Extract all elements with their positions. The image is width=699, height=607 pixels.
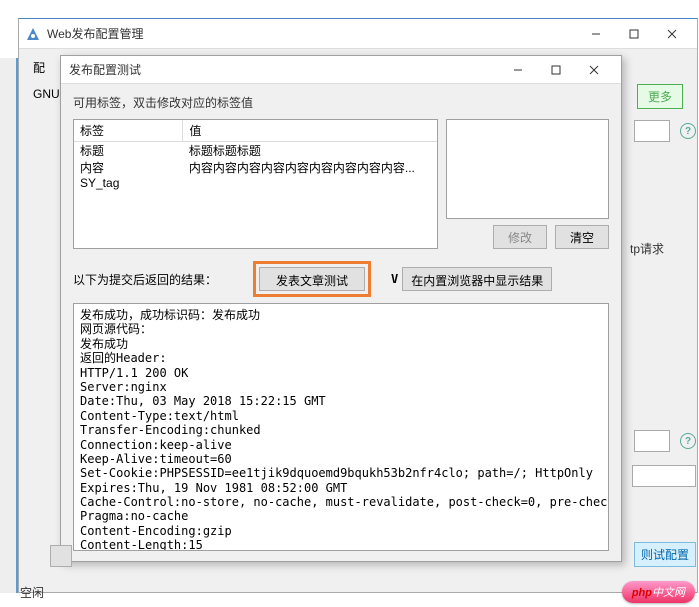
more-button[interactable]: 更多 [637, 84, 683, 109]
watermark-badge: php中文网 [622, 581, 695, 603]
minimize-button[interactable] [577, 20, 615, 48]
back-window-controls [577, 20, 691, 48]
help-icon[interactable]: ? [680, 123, 696, 139]
dropdown-2[interactable] [634, 430, 670, 452]
dialog-titlebar: 发布配置测试 [61, 56, 621, 84]
result-label: 以下为提交后返回的结果： [73, 271, 217, 288]
table-row[interactable]: 标题标题标题标题 [74, 142, 437, 160]
left-edge-strip [0, 58, 18, 593]
publish-test-dialog: 发布配置测试 可用标签，双击修改对应的标签值 标签 值 标题标题标题标题 内容内… [60, 55, 622, 562]
modify-button[interactable]: 修改 [493, 225, 547, 249]
publish-article-button[interactable]: 发表文章测试 [259, 267, 365, 291]
dialog-minimize-button[interactable] [499, 56, 537, 84]
labels-hint: 可用标签，双击修改对应的标签值 [73, 94, 609, 111]
help-icon-2[interactable]: ? [680, 433, 696, 449]
test-config-button[interactable]: 则试配置 [634, 542, 696, 567]
dropdown-1[interactable] [634, 120, 670, 142]
right-side-fragments: ? [634, 120, 696, 142]
dialog-maximize-button[interactable] [537, 56, 575, 84]
config-prefix: 配 [33, 59, 45, 76]
tcp-hint: tp请求 [630, 240, 664, 257]
dialog-close-button[interactable] [575, 56, 613, 84]
app-icon [25, 26, 41, 42]
back-titlebar: Web发布配置管理 [19, 19, 697, 49]
preview-box[interactable] [446, 119, 609, 219]
table-header-value: 值 [183, 120, 437, 142]
publish-button-highlight: 发表文章测试 [253, 261, 371, 297]
table-row[interactable]: 内容内容内容内容内容内容内容内容内容内容... [74, 159, 437, 176]
dialog-title: 发布配置测试 [69, 61, 499, 78]
table-header-label: 标签 [74, 120, 183, 142]
bottom-input[interactable] [632, 465, 696, 487]
table-row[interactable]: SY_tag [74, 176, 437, 190]
clear-button[interactable]: 清空 [555, 225, 609, 249]
show-in-browser-button[interactable]: 在内置浏览器中显示结果 [402, 267, 552, 291]
chevron-down-icon: V [391, 272, 398, 286]
status-idle: 空闲 [20, 584, 44, 601]
close-button[interactable] [653, 20, 691, 48]
back-window-title: Web发布配置管理 [47, 25, 577, 42]
gnu-label: GNU [33, 84, 60, 109]
dialog-window-controls [499, 56, 613, 84]
maximize-button[interactable] [615, 20, 653, 48]
new-button-fragment[interactable] [50, 545, 72, 567]
labels-table[interactable]: 标签 值 标题标题标题标题 内容内容内容内容内容内容内容内容内容内容... SY… [73, 119, 438, 249]
result-textarea[interactable]: 发布成功，成功标识码：发布成功 网页源代码： 发布成功 返回的Header: H… [73, 303, 609, 551]
